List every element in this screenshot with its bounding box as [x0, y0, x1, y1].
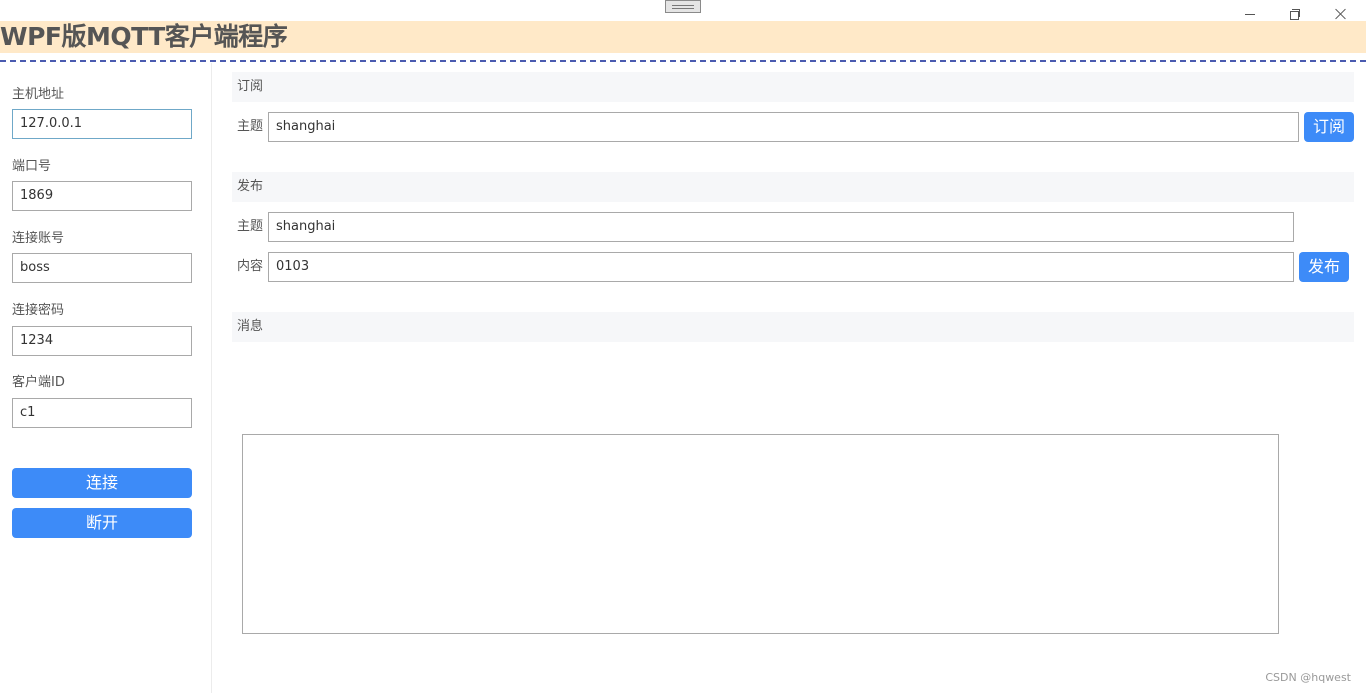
- account-label: 连接账号: [12, 231, 65, 246]
- subscribe-button[interactable]: 订阅: [1304, 112, 1354, 142]
- subscribe-topic-label: 主题: [237, 119, 264, 134]
- client-id-label: 客户端ID: [12, 375, 65, 390]
- client-id-input[interactable]: c1: [12, 398, 192, 428]
- subscribe-section-title: 订阅: [232, 72, 1354, 102]
- sidebar-divider: [211, 63, 212, 693]
- restore-icon: [1290, 9, 1300, 20]
- disconnect-button[interactable]: 断开: [12, 508, 192, 538]
- minimize-icon: [1245, 13, 1255, 15]
- messages-textbox[interactable]: [242, 434, 1279, 634]
- host-label: 主机地址: [12, 87, 65, 102]
- connect-button[interactable]: 连接: [12, 468, 192, 498]
- drag-handle-icon[interactable]: [665, 0, 701, 13]
- publish-content-input[interactable]: 0103: [268, 252, 1294, 282]
- publish-content-label: 内容: [237, 259, 264, 274]
- host-input[interactable]: 127.0.0.1: [12, 109, 192, 139]
- publish-topic-label: 主题: [237, 219, 264, 234]
- password-input[interactable]: 1234: [12, 326, 192, 356]
- header-divider: [0, 60, 1366, 62]
- account-input[interactable]: boss: [12, 253, 192, 283]
- port-input[interactable]: 1869: [12, 181, 192, 211]
- port-label: 端口号: [12, 159, 52, 174]
- publish-button[interactable]: 发布: [1299, 252, 1349, 282]
- messages-section-title: 消息: [232, 312, 1354, 342]
- watermark: CSDN @hqwest: [1265, 671, 1351, 684]
- subscribe-topic-input[interactable]: shanghai: [268, 112, 1299, 142]
- close-icon: [1335, 8, 1347, 20]
- password-label: 连接密码: [12, 303, 65, 318]
- publish-topic-input[interactable]: shanghai: [268, 212, 1294, 242]
- publish-section-title: 发布: [232, 172, 1354, 202]
- app-title: WPF版MQTT客户端程序: [0, 22, 288, 51]
